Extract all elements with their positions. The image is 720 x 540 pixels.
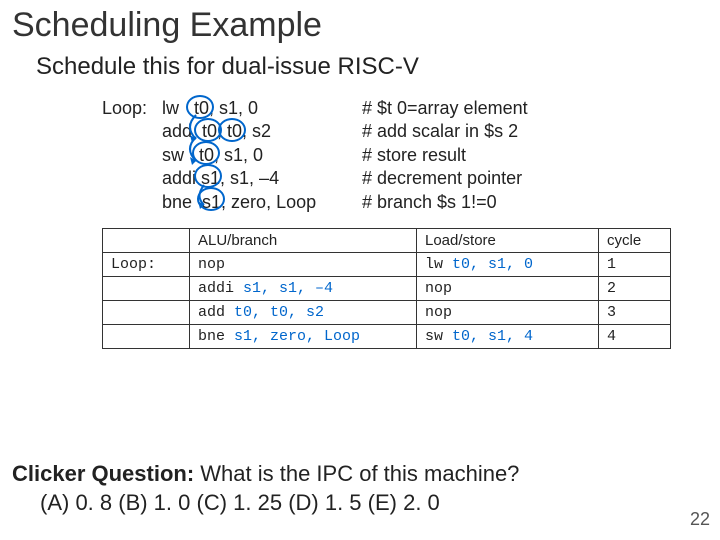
code-row: sw t0, s1, 0 # store result <box>102 144 708 167</box>
loop-label: Loop: <box>102 97 162 120</box>
alu-cell: addi s1, s1, –4 <box>190 276 417 300</box>
code-instr: lw t0, s1, 0 <box>162 97 362 120</box>
clicker-question: Clicker Question: What is the IPC of thi… <box>12 459 519 518</box>
table-header-cycle: cycle <box>599 228 671 252</box>
code-comment: # decrement pointer <box>362 167 522 190</box>
clicker-text: What is the IPC of this machine? <box>194 461 519 486</box>
table-row: add t0, t0, s2 nop 3 <box>103 300 671 324</box>
alu-cell: add t0, t0, s2 <box>190 300 417 324</box>
slide-title: Scheduling Example <box>12 6 708 45</box>
slide: Scheduling Example Schedule this for dua… <box>0 0 720 540</box>
alu-cell: bne s1, zero, Loop <box>190 324 417 348</box>
code-comment: # store result <box>362 144 466 167</box>
ls-cell: lw t0, s1, 0 <box>417 252 599 276</box>
table-header-empty <box>103 228 190 252</box>
code-row: Loop: lw t0, s1, 0 # $t 0=array element <box>102 97 708 120</box>
alu-cell: nop <box>190 252 417 276</box>
code-instr: addi s1, s1, –4 <box>162 167 362 190</box>
cycle-cell: 4 <box>599 324 671 348</box>
table-header-alu: ALU/branch <box>190 228 417 252</box>
code-row: bne s1, zero, Loop # branch $s 1!=0 <box>102 191 708 214</box>
table-header-row: ALU/branch Load/store cycle <box>103 228 671 252</box>
row-label <box>103 276 190 300</box>
table-row: addi s1, s1, –4 nop 2 <box>103 276 671 300</box>
row-label <box>103 324 190 348</box>
code-instr: bne s1, zero, Loop <box>162 191 362 214</box>
schedule-table: ALU/branch Load/store cycle Loop: nop lw… <box>102 228 671 349</box>
cycle-cell: 2 <box>599 276 671 300</box>
clicker-options: (A) 0. 8 (B) 1. 0 (C) 1. 25 (D) 1. 5 (E)… <box>40 490 440 515</box>
page-number: 22 <box>690 509 710 530</box>
code-instr: sw t0, s1, 0 <box>162 144 362 167</box>
code-row: addi s1, s1, –4 # decrement pointer <box>102 167 708 190</box>
table-header-loadstore: Load/store <box>417 228 599 252</box>
cycle-cell: 1 <box>599 252 671 276</box>
row-label <box>103 300 190 324</box>
ls-cell: sw t0, s1, 4 <box>417 324 599 348</box>
table-row: bne s1, zero, Loop sw t0, s1, 4 4 <box>103 324 671 348</box>
code-instr: add t0, t0, s2 <box>162 120 362 143</box>
code-comment: # add scalar in $s 2 <box>362 120 518 143</box>
cycle-cell: 3 <box>599 300 671 324</box>
row-label: Loop: <box>103 252 190 276</box>
ls-cell: nop <box>417 276 599 300</box>
code-comment: # $t 0=array element <box>362 97 528 120</box>
table-row: Loop: nop lw t0, s1, 0 1 <box>103 252 671 276</box>
code-listing: Loop: lw t0, s1, 0 # $t 0=array element … <box>102 97 708 214</box>
slide-subtitle: Schedule this for dual-issue RISC-V <box>36 53 708 81</box>
ls-cell: nop <box>417 300 599 324</box>
code-row: add t0, t0, s2 # add scalar in $s 2 <box>102 120 708 143</box>
clicker-label: Clicker Question: <box>12 461 194 486</box>
code-comment: # branch $s 1!=0 <box>362 191 497 214</box>
